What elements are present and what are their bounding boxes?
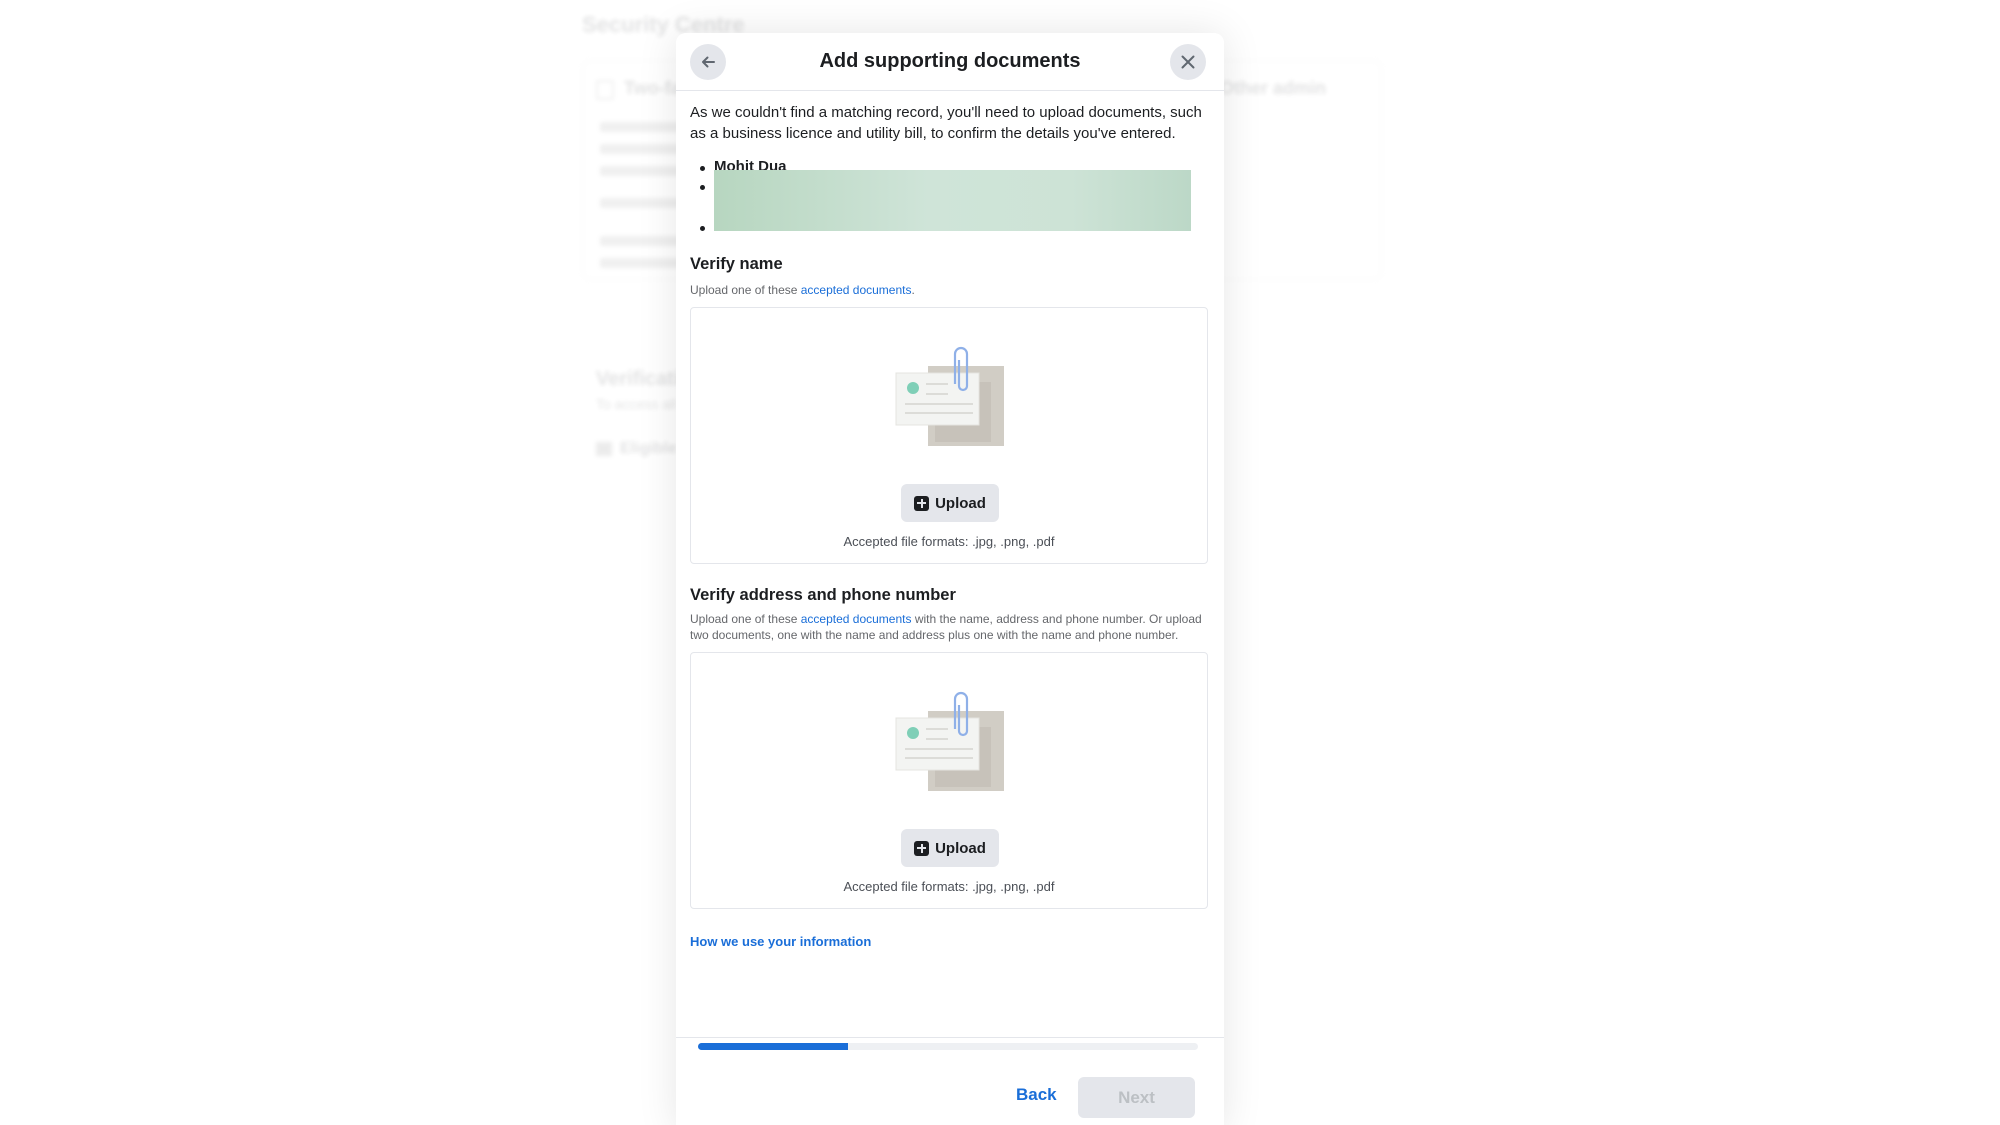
section-description: Upload one of these accepted documents.	[690, 282, 1210, 298]
dialog-title: Add supporting documents	[676, 50, 1224, 73]
upload-dropzone[interactable]: Upload Accepted file formats: .jpg, .png…	[690, 307, 1208, 564]
bullet	[700, 185, 705, 190]
verify-address-section: Verify address and phone number Upload o…	[690, 586, 1210, 909]
dialog-header: Add supporting documents	[676, 33, 1224, 91]
accepted-documents-link[interactable]: accepted documents	[801, 612, 912, 626]
footer-divider	[676, 1037, 1224, 1038]
details-list: Mohit Dua	[690, 158, 1210, 236]
section-title: Verify address and phone number	[690, 586, 1210, 605]
accepted-documents-link[interactable]: accepted documents	[801, 283, 912, 297]
next-button[interactable]: Next	[1078, 1077, 1195, 1118]
progress-bar	[698, 1043, 1198, 1050]
upload-label: Upload	[935, 495, 986, 512]
bullet	[700, 166, 705, 171]
how-we-use-row: How we use your information	[690, 933, 1210, 951]
accepted-formats: Accepted file formats: .jpg, .png, .pdf	[691, 534, 1207, 549]
section-title: Verify name	[690, 255, 1210, 274]
desc-text: Upload one of these	[690, 283, 801, 297]
calendar-icon	[596, 442, 612, 456]
accepted-formats: Accepted file formats: .jpg, .png, .pdf	[691, 879, 1207, 894]
upload-button[interactable]: Upload	[901, 829, 999, 867]
how-we-use-info-link[interactable]: How we use your information	[690, 934, 871, 949]
bullet	[700, 226, 705, 231]
desc-text: .	[912, 283, 915, 297]
desc-text: Upload one of these	[690, 612, 801, 626]
upload-button[interactable]: Upload	[901, 484, 999, 522]
intro-text: As we couldn't find a matching record, y…	[690, 103, 1210, 144]
verify-name-section: Verify name Upload one of these accepted…	[690, 255, 1210, 564]
progress-fill	[698, 1043, 848, 1050]
lock-icon	[596, 80, 614, 100]
document-attachment-illustration	[895, 346, 1007, 446]
plus-square-icon	[914, 841, 929, 856]
background-row-title-right: Other admin	[1220, 78, 1326, 99]
redacted-details	[714, 170, 1191, 231]
upload-dropzone[interactable]: Upload Accepted file formats: .jpg, .png…	[690, 652, 1208, 909]
back-button[interactable]: Back	[1016, 1085, 1057, 1105]
section-description: Upload one of these accepted documents w…	[690, 611, 1210, 643]
document-attachment-illustration	[895, 691, 1007, 791]
close-icon	[1179, 53, 1197, 71]
dialog-content: As we couldn't find a matching record, y…	[690, 103, 1210, 951]
upload-label: Upload	[935, 840, 986, 857]
add-documents-dialog: Add supporting documents As we couldn't …	[676, 33, 1224, 1125]
plus-square-icon	[914, 496, 929, 511]
close-button[interactable]	[1170, 44, 1206, 80]
background-eligible-label: Eligible	[620, 440, 677, 458]
